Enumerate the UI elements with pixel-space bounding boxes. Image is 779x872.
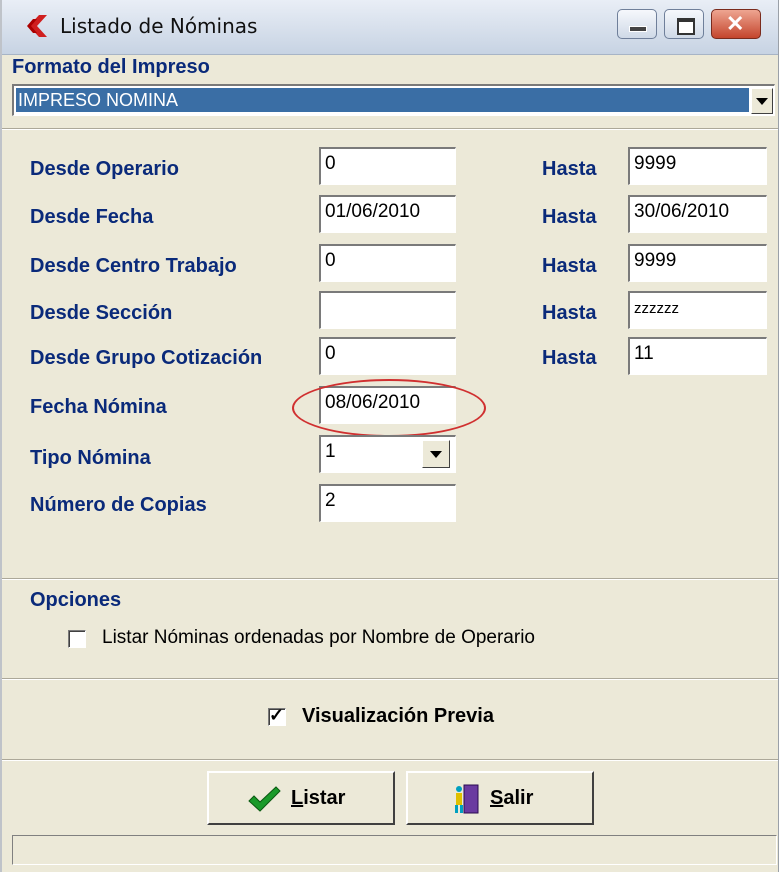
status-bar [12, 835, 777, 865]
formato-label: Formato del Impreso [12, 56, 210, 78]
close-button[interactable]: ✕ [711, 9, 761, 39]
formato-select[interactable]: IMPRESO NOMINA [12, 84, 775, 116]
tipo-nomina-label: Tipo Nómina [30, 447, 151, 469]
desde-centro-trabajo-input[interactable]: 0 [319, 244, 456, 282]
fecha-nomina-label: Fecha Nómina [30, 396, 167, 418]
hasta-fecha-label: Hasta [542, 206, 597, 228]
visualizacion-previa-label[interactable]: Visualización Previa [302, 705, 494, 728]
exit-door-icon [452, 783, 480, 820]
hasta-centro-trabajo-input[interactable]: 9999 [628, 244, 767, 282]
numero-copias-input[interactable]: 2 [319, 484, 456, 522]
salir-button[interactable]: Salir [406, 771, 594, 825]
desde-seccion-input[interactable] [319, 291, 456, 329]
visualizacion-previa-checkbox[interactable]: ✓ [268, 705, 286, 726]
close-icon: ✕ [726, 11, 745, 36]
hasta-operario-input[interactable]: 9999 [628, 147, 767, 185]
app-logo-icon [26, 14, 48, 38]
window-title: Listado de Nóminas [60, 14, 258, 38]
maximize-button[interactable] [664, 9, 704, 39]
listar-mnemonic: L [291, 787, 304, 809]
numero-copias-label: Número de Copias [30, 494, 207, 516]
title-bar[interactable]: Listado de Nóminas ✕ [2, 0, 778, 55]
tipo-nomina-dropdown-button[interactable] [422, 440, 450, 468]
desde-operario-label: Desde Operario [30, 158, 179, 180]
hasta-fecha-input[interactable]: 30/06/2010 [628, 195, 767, 233]
opciones-label: Opciones [30, 589, 122, 611]
divider [2, 128, 778, 130]
chevron-down-icon [430, 451, 442, 458]
desde-grupo-cotizacion-label: Desde Grupo Cotización [30, 347, 263, 369]
minimize-icon [629, 26, 647, 32]
divider [2, 578, 778, 580]
hasta-centro-trabajo-label: Hasta [542, 255, 597, 277]
ordenar-nombre-checkbox[interactable] [68, 630, 86, 648]
listar-button[interactable]: Listar [207, 771, 395, 825]
chevron-down-icon [756, 98, 768, 105]
checkmark-icon [247, 785, 281, 818]
divider [2, 678, 778, 680]
listar-button-label: istar [303, 787, 346, 809]
tipo-nomina-value: 1 [325, 441, 336, 462]
window: Listado de Nóminas ✕ Formato del Impreso… [0, 0, 779, 872]
checkmark-icon: ✓ [269, 705, 285, 725]
desde-grupo-cotizacion-input[interactable]: 0 [319, 337, 456, 375]
hasta-grupo-cotizacion-label: Hasta [542, 347, 597, 369]
annotation-oval [292, 379, 486, 437]
hasta-operario-label: Hasta [542, 158, 597, 180]
salir-button-label: alir [503, 787, 534, 809]
divider [2, 759, 778, 761]
desde-centro-trabajo-label: Desde Centro Trabajo [30, 255, 237, 277]
desde-fecha-input[interactable]: 01/06/2010 [319, 195, 456, 233]
formato-dropdown-button[interactable] [751, 88, 773, 114]
desde-seccion-label: Desde Sección [30, 302, 173, 324]
ordenar-nombre-label[interactable]: Listar Nóminas ordenadas por Nombre de O… [102, 627, 535, 649]
tipo-nomina-select[interactable]: 1 [319, 435, 456, 473]
desde-operario-input[interactable]: 0 [319, 147, 456, 185]
desde-fecha-label: Desde Fecha [30, 206, 154, 228]
formato-selected-value: IMPRESO NOMINA [16, 88, 749, 112]
hasta-seccion-label: Hasta [542, 302, 597, 324]
minimize-button[interactable] [617, 9, 657, 39]
hasta-grupo-cotizacion-input[interactable]: 11 [628, 337, 767, 375]
salir-mnemonic: S [490, 787, 504, 809]
hasta-seccion-input[interactable]: zzzzzz [628, 291, 767, 329]
maximize-icon [677, 18, 695, 35]
